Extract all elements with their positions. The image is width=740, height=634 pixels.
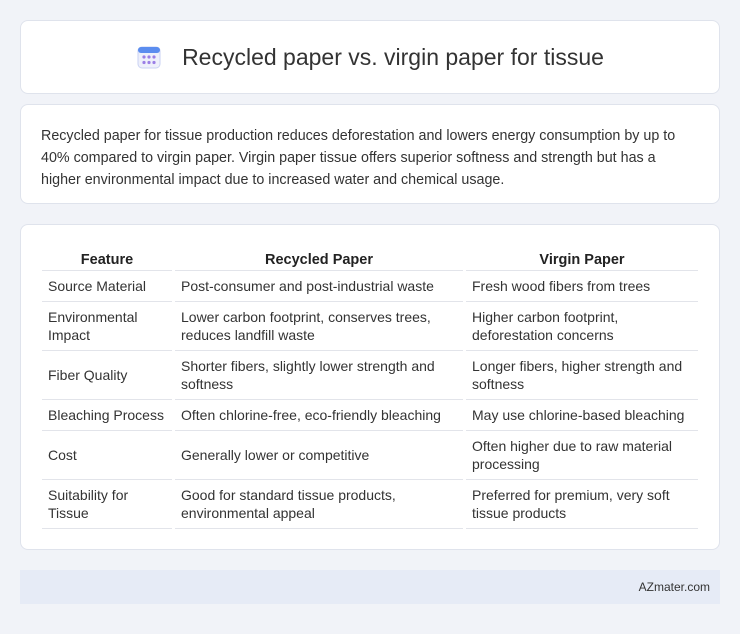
table-cell-feature: Bleaching Process [42, 400, 172, 431]
table-row: Bleaching Process Often chlorine-free, e… [42, 400, 698, 431]
footer-bar: AZmater.com [20, 570, 720, 604]
table-cell-virgin: Preferred for premium, very soft tissue … [466, 480, 698, 529]
table-cell-recycled: Lower carbon footprint, conserves trees,… [175, 302, 463, 351]
table-cell-feature: Cost [42, 431, 172, 480]
table-cell-feature: Suitability for Tissue [42, 480, 172, 529]
calendar-icon [136, 44, 162, 70]
table-cell-virgin: Higher carbon footprint, deforestation c… [466, 302, 698, 351]
table-row: Cost Generally lower or competitive Ofte… [42, 431, 698, 480]
column-header-feature: Feature [42, 245, 172, 271]
table-row: Suitability for Tissue Good for standard… [42, 480, 698, 529]
page-title: Recycled paper vs. virgin paper for tiss… [182, 43, 604, 70]
table-cell-virgin: Often higher due to raw material process… [466, 431, 698, 480]
table-row: Environmental Impact Lower carbon footpr… [42, 302, 698, 351]
comparison-table-card: Feature Recycled Paper Virgin Paper Sour… [20, 224, 720, 550]
title-card: Recycled paper vs. virgin paper for tiss… [20, 20, 720, 94]
table-cell-recycled: Good for standard tissue products, envir… [175, 480, 463, 529]
table-header-row: Feature Recycled Paper Virgin Paper [42, 245, 698, 271]
column-header-recycled: Recycled Paper [175, 245, 463, 271]
description-text: Recycled paper for tissue production red… [41, 128, 676, 188]
footer-brand: AZmater.com [638, 580, 710, 594]
comparison-table: Feature Recycled Paper Virgin Paper Sour… [39, 245, 701, 529]
table-cell-virgin: Fresh wood fibers from trees [466, 271, 698, 302]
table-cell-feature: Environmental Impact [42, 302, 172, 351]
table-row: Source Material Post-consumer and post-i… [42, 271, 698, 302]
column-header-virgin: Virgin Paper [466, 245, 698, 271]
table-cell-virgin: Longer fibers, higher strength and softn… [466, 351, 698, 400]
table-cell-recycled: Often chlorine-free, eco-friendly bleach… [175, 400, 463, 431]
table-cell-recycled: Shorter fibers, slightly lower strength … [175, 351, 463, 400]
table-cell-feature: Source Material [42, 271, 172, 302]
table-cell-recycled: Post-consumer and post-industrial waste [175, 271, 463, 302]
table-row: Fiber Quality Shorter fibers, slightly l… [42, 351, 698, 400]
table-cell-recycled: Generally lower or competitive [175, 431, 463, 480]
table-cell-virgin: May use chlorine-based bleaching [466, 400, 698, 431]
table-cell-feature: Fiber Quality [42, 351, 172, 400]
description-card: Recycled paper for tissue production red… [20, 104, 720, 204]
title-wrap: Recycled paper vs. virgin paper for tiss… [136, 44, 604, 71]
